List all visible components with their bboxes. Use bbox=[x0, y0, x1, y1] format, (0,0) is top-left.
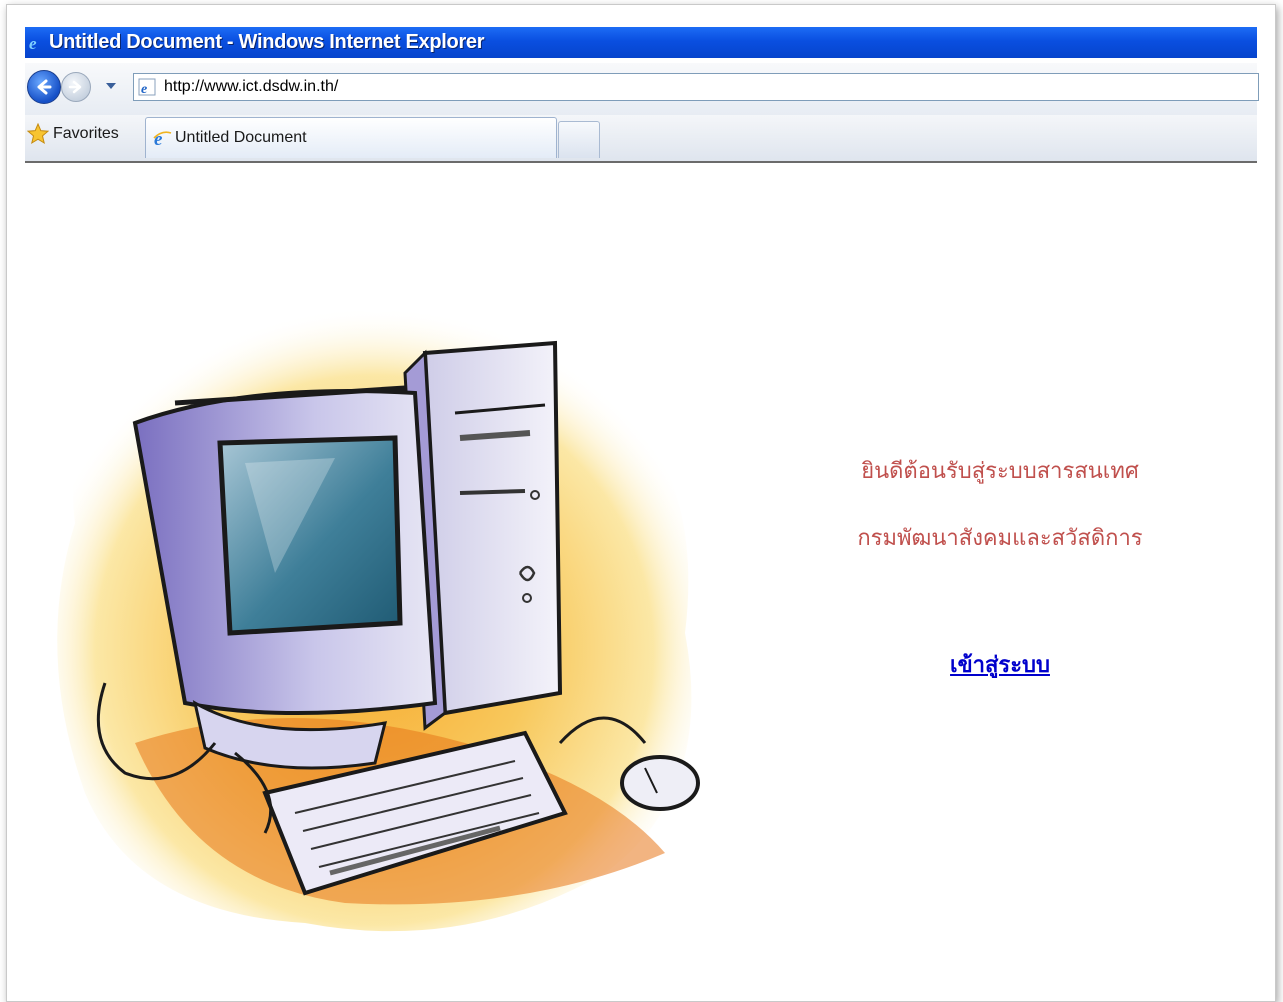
department-name: กรมพัฒนาสังคมและสวัสดิการ bbox=[857, 526, 1143, 551]
forward-arrow-icon bbox=[68, 80, 82, 94]
ie-logo-icon: e bbox=[152, 128, 172, 148]
window-title: Untitled Document - Windows Internet Exp… bbox=[49, 31, 485, 53]
page-content: ยินดีต้อนรับสู่ระบบสารสนเทศ กรมพัฒนาสังค… bbox=[25, 163, 1257, 1001]
svg-text:e: e bbox=[141, 82, 147, 96]
computer-illustration bbox=[57, 306, 700, 932]
recent-pages-dropdown[interactable] bbox=[105, 80, 117, 92]
favorites-label: Favorites bbox=[53, 125, 119, 142]
welcome-heading: ยินดีต้อนรับสู่ระบบสารสนเทศ bbox=[861, 459, 1139, 484]
tab-label: Untitled Document bbox=[175, 129, 307, 146]
address-url: http://www.ict.dsdw.in.th/ bbox=[164, 78, 339, 95]
forward-button[interactable] bbox=[61, 72, 91, 102]
star-icon bbox=[27, 123, 49, 145]
welcome-panel: ยินดีต้อนรับสู่ระบบสารสนเทศ กรมพัฒนาสังค… bbox=[785, 453, 1215, 682]
tab-untitled-document[interactable]: e Untitled Document bbox=[145, 117, 557, 158]
back-arrow-icon bbox=[37, 79, 52, 95]
new-tab-button[interactable] bbox=[558, 121, 600, 158]
title-bar: e Untitled Document - Windows Internet E… bbox=[25, 27, 1257, 58]
address-toolbar: e http://www.ict.dsdw.in.th/ bbox=[25, 63, 1259, 115]
svg-text:e: e bbox=[29, 34, 37, 52]
address-input[interactable]: e http://www.ict.dsdw.in.th/ bbox=[133, 73, 1259, 101]
tab-toolbar: Favorites e Untitled Document bbox=[25, 115, 1257, 163]
ie-page-icon: e bbox=[138, 78, 156, 96]
screenshot-frame: e Untitled Document - Windows Internet E… bbox=[6, 4, 1276, 1002]
back-button[interactable] bbox=[27, 70, 61, 104]
login-link[interactable]: เข้าสู่ระบบ bbox=[950, 647, 1050, 682]
favorites-button[interactable]: Favorites bbox=[27, 123, 119, 145]
chevron-down-icon bbox=[106, 83, 116, 89]
ie-logo-icon: e bbox=[28, 34, 44, 52]
svg-text:e: e bbox=[154, 129, 163, 148]
